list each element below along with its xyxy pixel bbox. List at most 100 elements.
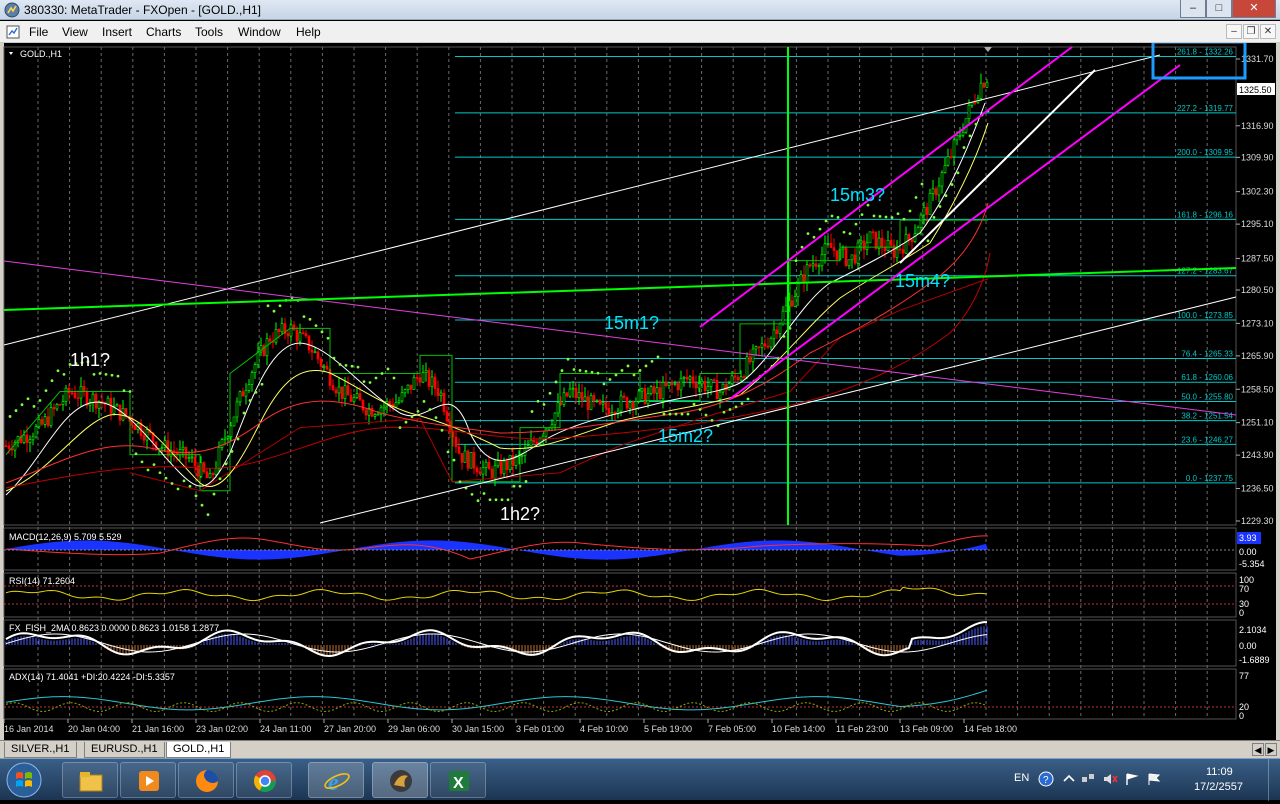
menu-tools[interactable]: Tools <box>195 25 223 39</box>
candle-body <box>64 387 68 402</box>
sar-dot <box>974 122 978 126</box>
sar-dot <box>212 492 216 496</box>
close-button[interactable]: ✕ <box>1232 0 1276 18</box>
sar-dot <box>530 410 534 413</box>
volume-muted-icon[interactable] <box>1102 771 1118 787</box>
chart-document-icon[interactable] <box>6 25 20 39</box>
sar-dot <box>860 213 864 217</box>
rsi-label: RSI(14) 71.2604 <box>9 576 75 586</box>
sar-dot <box>668 412 672 416</box>
taskbar-explorer[interactable] <box>62 762 118 798</box>
candle-body <box>664 382 668 386</box>
media-player-icon <box>139 771 159 791</box>
candle-body <box>250 372 254 385</box>
window-title: 380330: MetaTrader - FXOpen - [GOLD.,H1] <box>24 3 261 17</box>
sar-dot <box>110 373 114 377</box>
sar-dot <box>572 368 576 371</box>
candle-body <box>244 390 248 397</box>
sar-dot <box>26 397 30 401</box>
candle-body <box>34 426 38 438</box>
mdi-minimize-button[interactable]: – <box>1226 24 1242 39</box>
flag-icon[interactable] <box>1146 771 1162 787</box>
sar-dot <box>404 420 408 424</box>
menu-window[interactable]: Window <box>238 25 281 39</box>
candle-body <box>418 377 422 383</box>
taskbar-internet-explorer[interactable]: e <box>308 762 364 798</box>
language-indicator[interactable]: EN <box>1014 772 1029 784</box>
maximize-button[interactable]: □ <box>1206 0 1232 18</box>
clock-time[interactable]: 11:09 <box>1206 766 1233 778</box>
menu-view[interactable]: View <box>62 25 88 39</box>
sar-dot <box>710 418 714 422</box>
start-button[interactable] <box>4 761 54 799</box>
candle-body <box>811 263 815 267</box>
sar-dot <box>392 376 396 380</box>
sar-dot <box>854 222 858 226</box>
minimize-button[interactable]: – <box>1180 0 1206 18</box>
chart-canvas[interactable]: 261.8 - 1332.26 227.2 - 1319.77 200.0 - 13… <box>0 43 1280 740</box>
candle-body <box>349 394 353 402</box>
tab-silver[interactable]: SILVER.,H1 <box>4 742 77 758</box>
action-center-icon[interactable] <box>1124 771 1140 787</box>
menu-file[interactable]: File <box>29 25 48 39</box>
help-icon[interactable]: ? <box>1038 771 1054 787</box>
sar-dot <box>800 245 804 249</box>
candle-body <box>904 234 908 254</box>
mdi-close-button[interactable]: ✕ <box>1260 24 1276 39</box>
menu-insert[interactable]: Insert <box>102 25 132 39</box>
tab-eurusd[interactable]: EURUSD.,H1 <box>84 742 165 758</box>
sar-dot <box>350 364 354 368</box>
candle-body <box>115 404 119 407</box>
menu-charts[interactable]: Charts <box>146 25 181 39</box>
candle-body <box>232 416 236 427</box>
sar-dot <box>692 402 696 406</box>
candle-body <box>22 434 26 443</box>
network-icon[interactable] <box>1080 771 1096 787</box>
candle-body <box>442 392 446 412</box>
candle-body <box>721 383 725 393</box>
candle-body <box>142 435 146 441</box>
taskbar-firefox[interactable] <box>178 762 234 798</box>
candle-body <box>220 439 224 448</box>
mdi-restore-button[interactable]: ❐ <box>1243 24 1259 39</box>
candle-body <box>364 409 368 416</box>
tab-gold[interactable]: GOLD.,H1 <box>166 742 232 758</box>
tray-arrow-icon[interactable] <box>1062 772 1076 786</box>
candle-body <box>247 384 251 391</box>
candle-body <box>916 227 920 235</box>
tabs-scroll-right-icon[interactable]: ▶ <box>1265 743 1277 756</box>
annotation-1h2: 1h2? <box>500 504 540 524</box>
sar-dot <box>698 408 702 411</box>
metatrader-icon <box>390 770 412 792</box>
candle-body <box>865 242 869 250</box>
taskbar-media-player[interactable] <box>120 762 176 798</box>
candle-body <box>715 379 719 400</box>
candle-body <box>874 231 878 249</box>
candle-body <box>736 376 740 381</box>
candle-body <box>928 193 932 215</box>
sar-dot <box>896 212 900 216</box>
candle-body <box>544 428 548 437</box>
tabs-scroll-left-icon[interactable]: ◀ <box>1252 743 1264 756</box>
candle-body <box>457 446 461 454</box>
sar-dot <box>38 399 42 402</box>
annotation-15m1: 15m1? <box>604 313 659 333</box>
sar-dot <box>944 194 948 198</box>
clock-date[interactable]: 17/2/2557 <box>1194 781 1243 793</box>
sar-dot <box>584 369 588 373</box>
taskbar-metatrader[interactable] <box>372 762 428 798</box>
candle-body <box>289 324 293 337</box>
candle-body <box>340 386 344 400</box>
candle-body <box>817 265 821 268</box>
metatrader-app-icon[interactable] <box>4 2 20 18</box>
candle-body <box>772 329 776 339</box>
taskbar-excel[interactable]: X <box>430 762 486 798</box>
menu-help[interactable]: Help <box>296 25 321 39</box>
sar-dot <box>650 360 654 363</box>
sar-dot <box>92 372 96 376</box>
time-tick-label: 23 Jan 02:00 <box>196 724 248 734</box>
candle-body <box>667 382 671 386</box>
taskbar-chrome[interactable] <box>236 762 292 798</box>
candle-body <box>277 329 281 333</box>
show-desktop-button[interactable] <box>1268 759 1280 801</box>
